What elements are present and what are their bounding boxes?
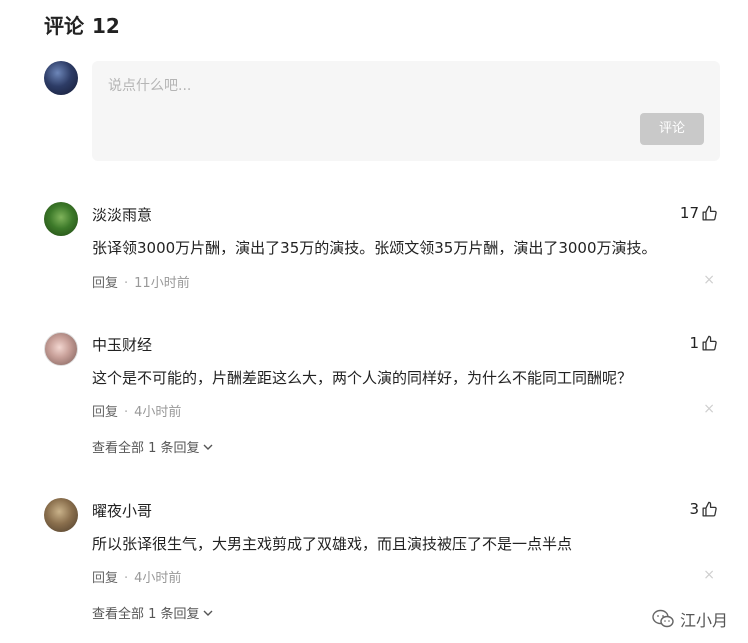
close-icon[interactable]: × [703, 401, 715, 417]
comments-title-label: 评论 [44, 14, 84, 38]
watermark-label: 江小月 [679, 611, 728, 630]
comment-text: 所以张译很生气，大男主戏剪成了双雄戏，而且演技被压了不是一点半点 [92, 535, 573, 553]
like-button[interactable]: 3 [689, 500, 718, 518]
current-user-avatar [44, 61, 78, 95]
like-count: 1 [689, 334, 699, 352]
comment-input[interactable] [106, 77, 670, 95]
submit-comment-button[interactable]: 评论 [640, 113, 704, 145]
reply-link[interactable]: 回复 [92, 276, 118, 291]
view-replies-label: 查看全部 1 条回复 [92, 441, 200, 456]
close-icon[interactable]: × [703, 272, 715, 288]
comment-text: 张译领3000万片酬，演出了35万的演技。张颂文领35万片酬，演出了3000万演… [92, 239, 657, 257]
wechat-icon [652, 609, 674, 628]
separator-dot: · [124, 571, 129, 586]
chevron-down-icon [203, 610, 213, 616]
avatar[interactable] [44, 202, 78, 236]
close-icon[interactable]: × [703, 567, 715, 583]
comment-time: 4小时前 [134, 405, 182, 420]
separator-dot: · [124, 405, 129, 420]
comments-title: 评论 12 [44, 10, 128, 39]
comment-time: 4小时前 [134, 571, 182, 586]
separator-dot: · [124, 276, 129, 291]
chevron-down-icon [203, 444, 213, 450]
like-button[interactable]: 1 [689, 334, 718, 352]
comment-author[interactable]: 中玉财经 [92, 334, 152, 355]
thumbs-up-icon [702, 501, 717, 517]
thumbs-up-icon [702, 205, 717, 221]
reply-link[interactable]: 回复 [92, 405, 118, 420]
reply-link[interactable]: 回复 [92, 571, 118, 586]
like-count: 17 [679, 204, 699, 222]
view-replies-link[interactable]: 查看全部 1 条回复 [92, 603, 214, 622]
comment-composer: 评论 [92, 61, 720, 161]
comment-text: 这个是不可能的，片酬差距这么大，两个人演的同样好，为什么不能同工同酬呢？ [92, 369, 633, 387]
view-replies-label: 查看全部 1 条回复 [92, 607, 200, 622]
avatar[interactable] [44, 332, 78, 366]
like-count: 3 [689, 500, 699, 518]
view-replies-link[interactable]: 查看全部 1 条回复 [92, 437, 214, 456]
thumbs-up-icon [702, 335, 717, 351]
like-button[interactable]: 17 [680, 204, 718, 222]
comment-time: 11小时前 [134, 276, 190, 291]
watermark: 江小月 [652, 607, 728, 631]
comment-author[interactable]: 曜夜小哥 [92, 500, 152, 521]
avatar[interactable] [44, 498, 78, 532]
comment-meta: 回复 · 4小时前 [92, 567, 181, 586]
comment-meta: 回复 · 4小时前 [92, 401, 181, 420]
comment-author[interactable]: 淡淡雨意 [92, 204, 152, 225]
comment-meta: 回复 · 11小时前 [92, 272, 190, 291]
comments-count: 12 [92, 14, 120, 38]
